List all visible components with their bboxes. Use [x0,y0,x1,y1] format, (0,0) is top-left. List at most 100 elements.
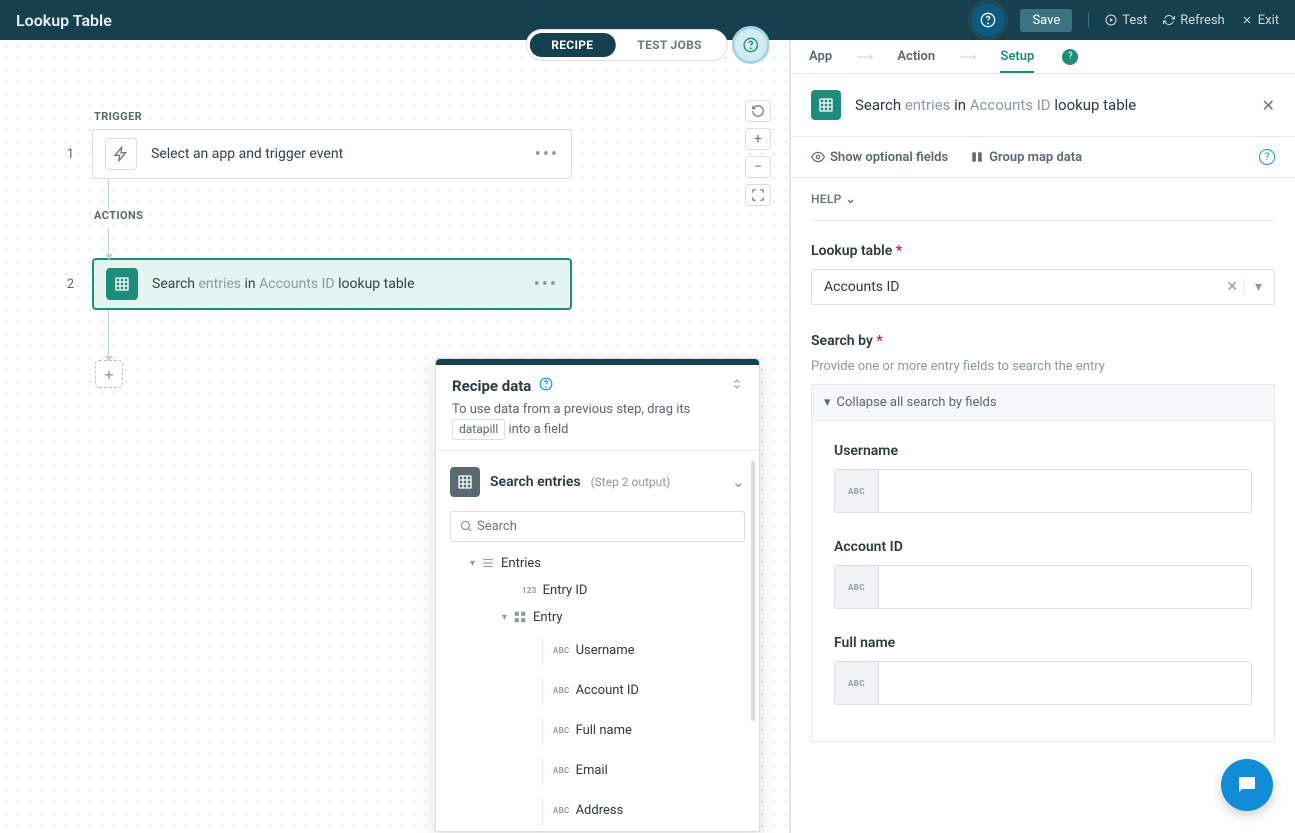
show-optional-toggle[interactable]: Show optional fields [811,150,948,165]
datapill-search[interactable] [450,511,745,542]
help-icon[interactable] [968,0,1008,40]
step-output-sub: (Step 2 output) [591,475,671,489]
tree-node-entry-id[interactable]: 123 Entry ID [450,577,745,604]
eye-icon [811,150,825,164]
lookup-table-label: Lookup table * [811,243,1275,259]
more-icon[interactable]: ••• [535,144,559,165]
tree-node-email[interactable]: ABC Email [450,751,745,791]
connector [108,228,109,258]
scrollbar[interactable] [751,461,755,721]
recipe-data-desc: To use data from a previous step, drag i… [452,401,743,440]
tree-node-account-id[interactable]: ABC Account ID [450,671,745,711]
collapse-search-fields[interactable]: ▾ Collapse all search by fields [811,384,1275,421]
step-number: 1 [60,147,74,162]
add-step-button[interactable]: + [95,360,123,388]
clear-icon[interactable]: ✕ [1220,279,1244,295]
lookup-table-value: Accounts ID [824,279,900,295]
trigger-icon [105,138,137,170]
tree-node-address[interactable]: ABC Address [450,791,745,831]
chat-icon [1235,773,1259,797]
text-type-icon: ABC [553,646,570,655]
search-input[interactable] [477,519,736,534]
step-1-row: 1 Select an app and trigger event ••• [60,129,729,179]
tree-node-full-name[interactable]: ABC Full name [450,711,745,751]
caret-icon: ▾ [824,395,831,410]
tab-pill-group: RECIPE TEST JOBS [525,26,770,64]
table-icon [106,268,138,300]
help-icon[interactable]: ? [1259,149,1275,165]
chat-fab[interactable] [1221,759,1273,811]
tab-action[interactable]: Action [897,49,935,64]
trigger-step-text: Select an app and trigger event [151,146,535,162]
full-name-input[interactable] [879,662,1251,704]
text-type-icon: ABC [553,726,570,735]
actions-heading: ACTIONS [60,209,729,222]
refresh-button[interactable]: Refresh [1163,13,1224,28]
more-icon[interactable]: ••• [534,274,558,295]
recipe-canvas[interactable]: + − TRIGGER 1 Select an app and trigger … [0,40,790,833]
arrow-icon: ⟶ [856,50,873,64]
help-icon[interactable] [732,26,770,64]
caret-icon: ▾ [502,612,507,623]
arrow-icon: ⟶ [959,50,976,64]
help-icon[interactable] [539,377,553,395]
object-icon [513,610,527,624]
caret-icon: ▾ [470,558,475,569]
chevron-down-icon[interactable]: ⌄ [732,472,745,491]
text-type-icon: ABC [835,470,879,512]
help-accordion[interactable]: HELP ⌄ [811,192,1275,221]
save-button[interactable]: Save [1020,9,1072,32]
tab-test-jobs[interactable]: TEST JOBS [615,33,723,57]
tab-setup[interactable]: Setup [1000,49,1034,73]
search-fields-group: Username ABC Account ID ABC Full name AB… [811,421,1275,742]
username-input-row: ABC [834,469,1252,513]
search-by-hint: Provide one or more entry fields to sear… [811,359,1275,374]
username-label: Username [834,443,1252,459]
step-summary-text: Search entries in Accounts ID lookup tab… [855,96,1136,114]
header-actions: Save Test Refresh Exit [968,0,1279,40]
step-summary: Search entries in Accounts ID lookup tab… [791,74,1295,137]
lookup-table-select[interactable]: Accounts ID ✕ ▾ [811,269,1275,305]
text-type-icon: ABC [553,766,570,775]
tab-recipe[interactable]: RECIPE [529,33,615,57]
full-name-label: Full name [834,635,1252,651]
help-icon[interactable]: ? [1062,49,1078,65]
tree-node-username[interactable]: ABC Username [450,631,745,671]
recipe-data-panel: Recipe data To use data from a previous … [435,358,760,832]
trigger-step-card[interactable]: Select an app and trigger event ••• [92,129,572,179]
setup-tabs: App ⟶ Action ⟶ Setup ? [791,40,1295,74]
datapill-chip: datapill [452,419,505,440]
action-step-card[interactable]: Search entries in Accounts ID lookup tab… [92,258,572,310]
step-number: 2 [60,277,74,292]
search-by-label: Search by * [811,333,1275,349]
tree-node-entry[interactable]: ▾ Entry [450,604,745,631]
columns-icon [970,150,984,164]
recipe-data-title: Recipe data [452,377,531,395]
chevron-down-icon: ⌄ [846,192,856,206]
account-id-input[interactable] [879,566,1251,608]
username-input[interactable] [879,470,1251,512]
account-id-input-row: ABC [834,565,1252,609]
account-id-label: Account ID [834,539,1252,555]
tab-app[interactable]: App [809,49,832,64]
close-button[interactable]: ✕ [1262,96,1275,115]
exit-button[interactable]: Exit [1241,13,1279,28]
tree-node-entries[interactable]: ▾ Entries [450,550,745,577]
datapill-tree: ▾ Entries 123 Entry ID ▾ Entry ABC [450,550,745,831]
recipe-testjobs-tabs: RECIPE TEST JOBS [525,29,728,61]
table-icon [450,467,480,497]
expand-icon[interactable] [731,378,743,394]
step-2-row: 2 Search entries in Accounts ID lookup t… [60,258,729,310]
full-name-input-row: ABC [834,661,1252,705]
step-output-header[interactable]: Search entries (Step 2 output) ⌄ [450,461,745,503]
test-button[interactable]: Test [1105,13,1147,28]
step-output-label: Search entries [490,474,581,490]
setup-form: HELP ⌄ Lookup table * Accounts ID ✕ ▾ Se… [791,178,1295,818]
refresh-label: Refresh [1180,13,1224,28]
text-type-icon: ABC [553,686,570,695]
group-map-toggle[interactable]: Group map data [970,150,1082,165]
chevron-down-icon[interactable]: ▾ [1244,279,1262,295]
connector [108,310,109,360]
trigger-heading: TRIGGER [60,110,729,123]
connector [108,179,109,209]
